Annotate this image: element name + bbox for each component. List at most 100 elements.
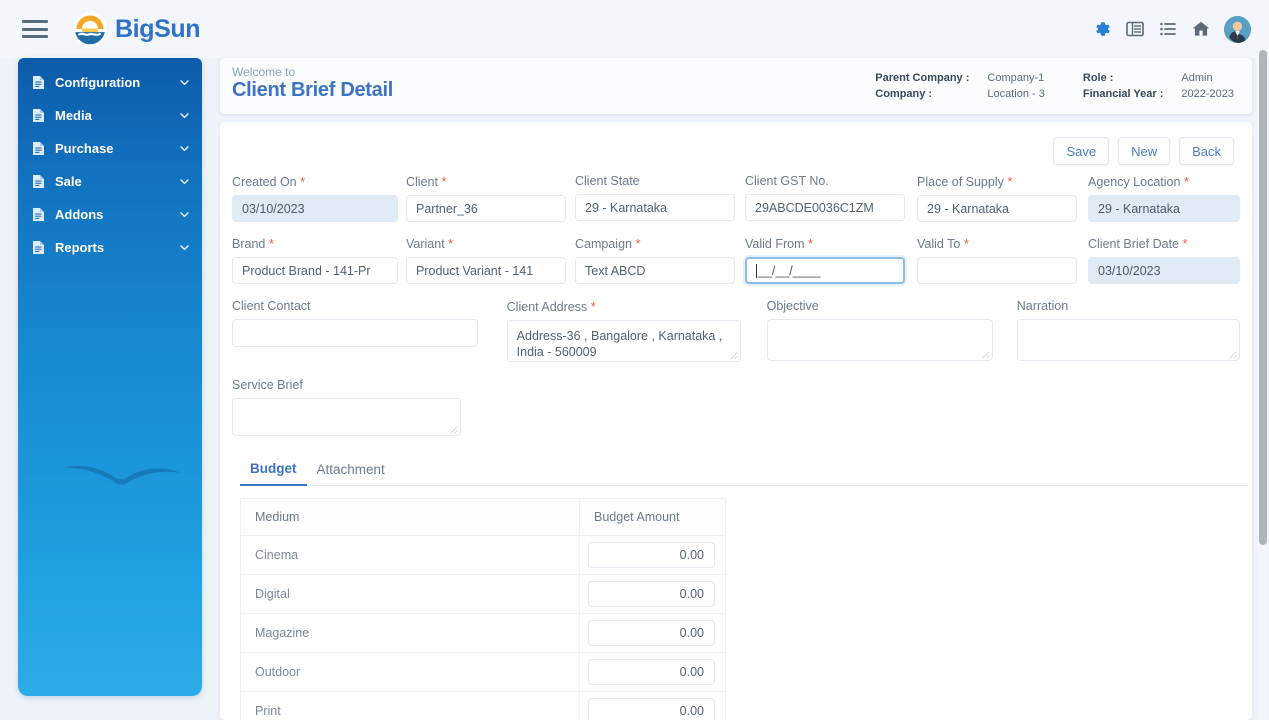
valid-to-input[interactable] [917,257,1077,284]
budget-amount-input[interactable]: 0.00 [588,581,715,607]
campaign-input[interactable]: Text ABCD [575,257,735,284]
document-icon [33,241,44,254]
medium-cell: Cinema [240,535,580,575]
company-value: Location - 3 [987,88,1045,100]
medium-label: Print [255,704,281,718]
field-place-of-supply: Place of Supply * 29 - Karnataka [917,174,1077,222]
sidebar-item-purchase[interactable]: Purchase [18,135,202,162]
table-row: Cinema 0.00 [240,535,726,575]
narration-textarea[interactable] [1016,319,1240,361]
created-on-label: Created On * [232,174,306,189]
field-valid-from: Valid From * __/__/____ [745,236,905,284]
chevron-down-icon[interactable] [179,143,190,154]
sidebar-item-sale[interactable]: Sale [18,168,202,195]
client-address-textarea[interactable]: Address-36 , Bangalore , Karnataka , Ind… [506,320,741,362]
chevron-down-icon[interactable] [179,209,190,220]
financial-year-label: Financial Year : [1082,88,1164,100]
chevron-down-icon[interactable] [179,242,190,253]
client-contact-input[interactable] [232,319,478,347]
created-on-input[interactable]: 03/10/2023 [232,195,398,222]
client-gst-no-input[interactable]: 29ABCDE0036C1ZM [745,194,905,221]
medium-cell: Magazine [240,613,580,653]
sidebar-item-reports[interactable]: Reports [18,234,202,261]
field-client: Client * Partner_36 [406,174,566,222]
home-icon[interactable] [1191,19,1211,39]
chevron-down-icon[interactable] [179,176,190,187]
tab-budget[interactable]: Budget [240,461,307,486]
parent-company-label: Parent Company : [875,72,970,84]
agency-location-input[interactable]: 29 - Karnataka [1088,195,1240,222]
budget-amount-input[interactable]: 0.00 [588,698,715,720]
field-narration: Narration [1016,299,1240,362]
form-fields: Created On * 03/10/2023 Client * Partner… [232,174,1240,436]
place-of-supply-input[interactable]: 29 - Karnataka [917,195,1077,222]
bigsun-sun-wave-logo-icon [72,11,108,47]
field-client-gst-no: Client GST No. 29ABCDE0036C1ZM [745,174,905,222]
budget-table: Medium Budget Amount Cinema 0.00 Digital 0.0… [240,498,726,720]
sidebar-item-configuration[interactable]: Configuration [18,69,202,96]
new-button[interactable]: New [1118,137,1171,165]
place-of-supply-label: Place of Supply * [917,174,1013,189]
brand-label: Brand * [232,236,274,251]
gear-icon[interactable] [1092,19,1112,39]
variant-input[interactable]: Product Variant - 141 [406,257,566,284]
welcome-subtitle: Welcome to [232,65,296,79]
table-row: Digital 0.00 [240,574,726,614]
table-icon[interactable] [1125,19,1145,39]
field-valid-to: Valid To * [917,236,1077,284]
resize-grip-icon[interactable] [981,350,990,359]
chevron-down-icon[interactable] [179,110,190,121]
resize-grip-icon[interactable] [1228,350,1237,359]
medium-cell: Outdoor [240,652,580,692]
field-client-brief-date: Client Brief Date * 03/10/2023 [1088,236,1240,284]
sidebar-item-label: Addons [55,207,104,222]
chevron-down-icon[interactable] [179,77,190,88]
column-header-budget-amount: Budget Amount [579,498,726,536]
brand-logo[interactable]: BigSun [72,11,200,47]
client-input[interactable]: Partner_36 [406,195,566,222]
budget-amount-input[interactable]: 0.00 [588,620,715,646]
valid-from-input[interactable]: __/__/____ [745,257,905,284]
hamburger-icon[interactable] [22,20,48,38]
resize-grip-icon[interactable] [729,351,738,360]
medium-label: Outdoor [255,665,301,679]
client-state-input[interactable]: 29 - Karnataka [575,194,735,221]
document-icon [33,76,44,89]
budget-amount-input[interactable]: 0.00 [588,659,715,685]
form-row-4: Service Brief [232,378,1240,436]
service-brief-label: Service Brief [232,378,303,392]
tab-attachment[interactable]: Attachment [307,462,395,485]
narration-label: Narration [1016,299,1069,313]
medium-label: Magazine [255,626,310,640]
top-bar: BigSun [0,0,1269,58]
tab-bar: Budget Attachment [240,454,1248,486]
campaign-label: Campaign * [575,236,641,251]
form-row-2: Brand * Product Brand - 141-Pr Variant *… [232,236,1240,284]
resize-grip-icon[interactable] [449,425,458,434]
table-row: Magazine 0.00 [240,613,726,653]
medium-cell: Digital [240,574,580,614]
field-client-state: Client State 29 - Karnataka [575,174,735,222]
top-icon-group [1092,15,1251,43]
sidebar-item-list: Configuration Media Purchase Sale Addons Repo… [18,69,202,261]
form-action-buttons: Save New Back [1053,137,1234,165]
medium-label: Digital [255,587,290,601]
objective-textarea[interactable] [766,319,993,361]
sidebar-item-addons[interactable]: Addons [18,201,202,228]
service-brief-textarea[interactable] [232,398,461,436]
sidebar-item-media[interactable]: Media [18,102,202,129]
document-icon [33,142,44,155]
list-icon[interactable] [1158,19,1178,39]
company-label: Company : [875,88,933,100]
budget-amount-input[interactable]: 0.00 [588,542,715,568]
client-brief-date-input[interactable]: 03/10/2023 [1088,257,1240,284]
user-avatar[interactable] [1224,15,1251,43]
valid-from-label: Valid From * [745,236,814,251]
brand-input[interactable]: Product Brand - 141-Pr [232,257,398,284]
back-button[interactable]: Back [1179,137,1234,165]
sidebar-navigation: Configuration Media Purchase Sale Addons Repo… [18,58,202,696]
budget-amount-cell: 0.00 [579,691,726,720]
table-row: Print 0.00 [240,691,726,720]
scrollbar-thumb[interactable] [1259,50,1267,545]
save-button[interactable]: Save [1053,137,1110,165]
